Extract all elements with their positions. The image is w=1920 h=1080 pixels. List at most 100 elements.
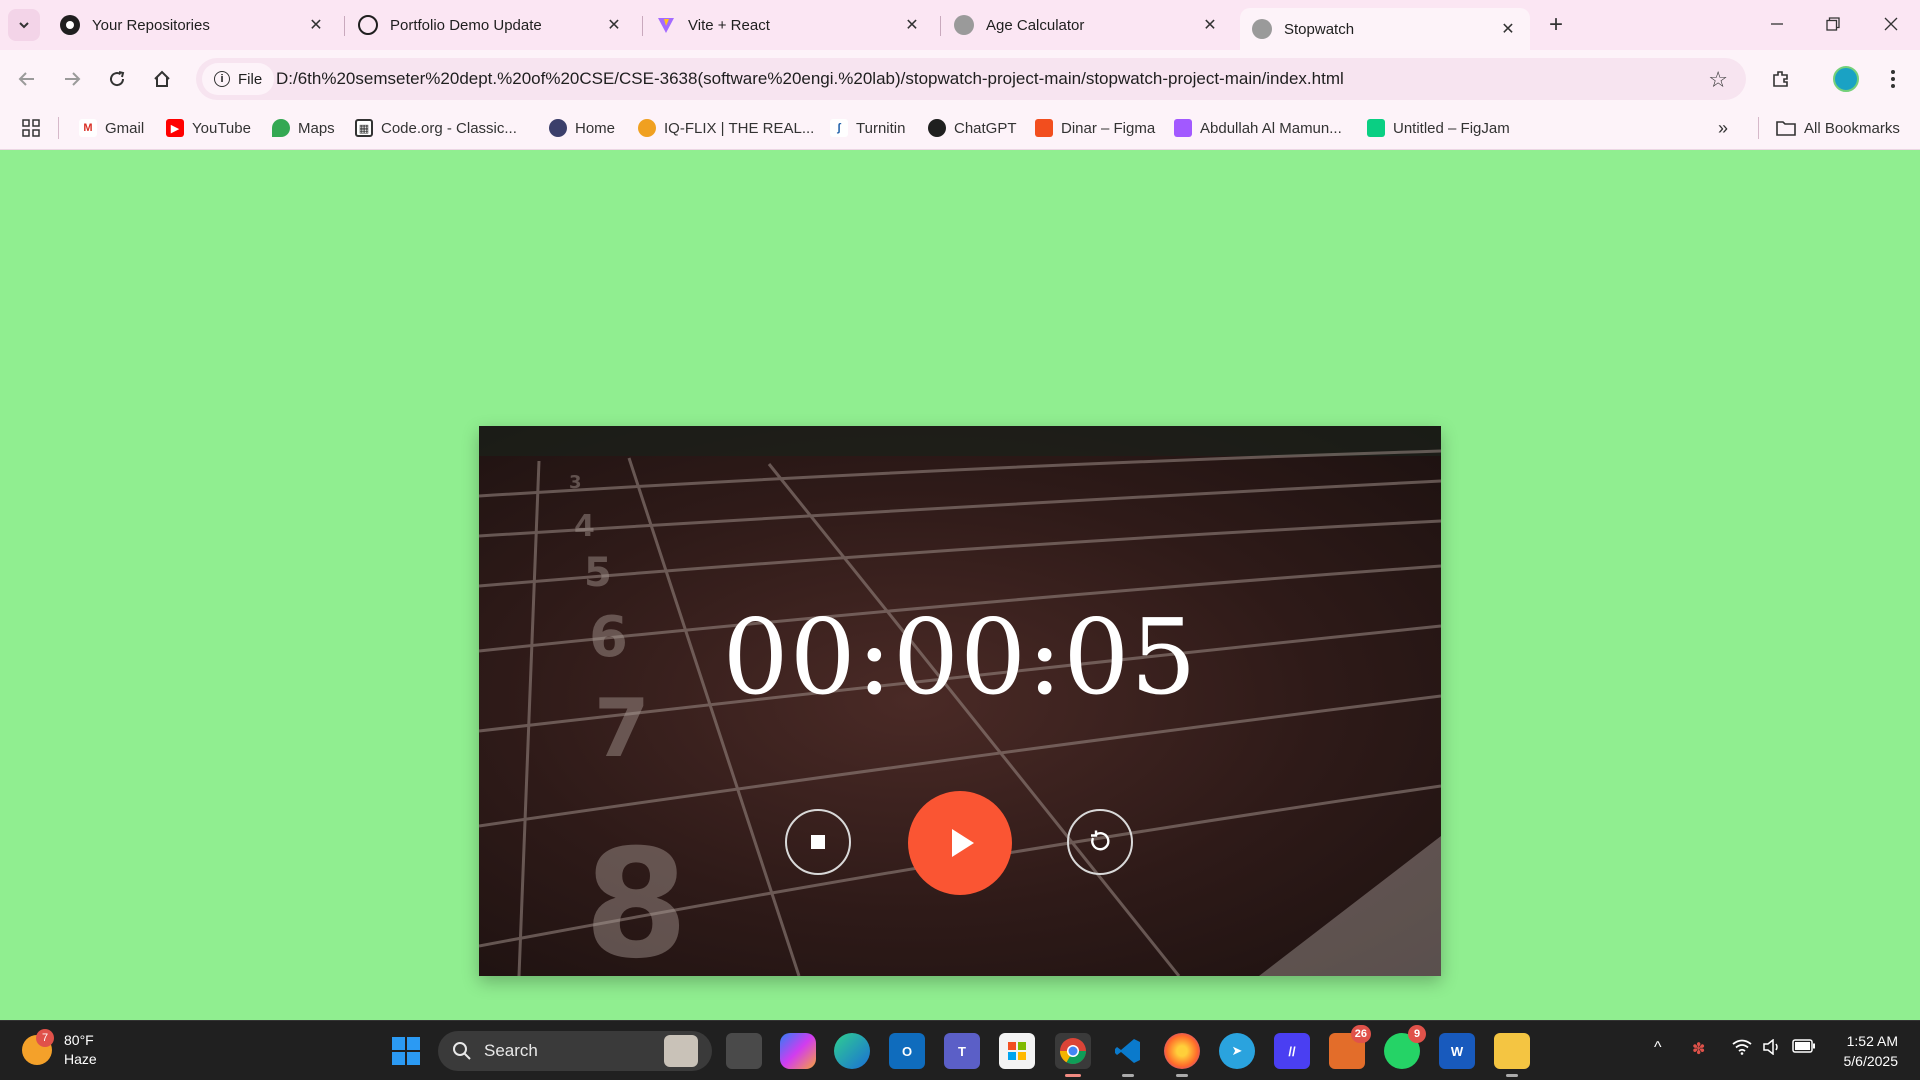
weather-widget[interactable]: 7 80°F Haze xyxy=(22,1029,97,1069)
close-icon[interactable]: ✕ xyxy=(902,15,922,35)
github-icon xyxy=(60,15,80,35)
word-icon[interactable]: W xyxy=(1439,1033,1475,1069)
stopwatch-card: 3 4 5 6 7 8 00:00:05 xyxy=(479,426,1441,976)
reset-button[interactable] xyxy=(1067,809,1133,875)
stopwatch-time-display: 00:00:05 xyxy=(722,596,1198,718)
volume-icon[interactable] xyxy=(1762,1038,1782,1060)
window-close-icon[interactable] xyxy=(1868,6,1914,42)
teams-icon[interactable]: T xyxy=(944,1033,980,1069)
folder-icon xyxy=(1776,121,1796,136)
weather-temp: 80°F xyxy=(64,1032,94,1048)
bookmark-gmail[interactable]: M Gmail xyxy=(79,117,144,139)
close-icon[interactable]: ✕ xyxy=(1498,19,1518,39)
bookmark-untitled-figjam[interactable]: Untitled – FigJam xyxy=(1367,117,1510,139)
globe-icon xyxy=(1252,19,1272,39)
site-info-chip[interactable]: i File xyxy=(202,63,275,95)
bookmark-dinar-figma[interactable]: Dinar – Figma xyxy=(1035,117,1155,139)
windows-start-icon[interactable] xyxy=(388,1033,424,1069)
system-clock[interactable]: 1:52 AM 5/6/2025 xyxy=(1844,1031,1899,1071)
copilot-icon[interactable] xyxy=(780,1033,816,1069)
url-text[interactable]: D:/6th%20semseter%20dept.%20of%20CSE/CSE… xyxy=(276,69,1344,89)
whatsapp-icon[interactable]: 9 xyxy=(1384,1025,1426,1069)
bookmark-youtube[interactable]: ▶ YouTube xyxy=(166,117,251,139)
notification-badge: 26 xyxy=(1350,1025,1371,1043)
minimize-icon[interactable] xyxy=(1754,6,1800,42)
profile-avatar[interactable] xyxy=(1829,62,1863,96)
bookmark-label: Abdullah Al Mamun... xyxy=(1200,119,1342,137)
play-icon xyxy=(952,829,974,857)
firefox-icon[interactable] xyxy=(1164,1033,1200,1077)
tab-label: Age Calculator xyxy=(986,16,1085,34)
bookmark-divider xyxy=(58,117,59,139)
bookmark-maps[interactable]: Maps xyxy=(272,117,335,139)
bookmark-home[interactable]: Home xyxy=(549,117,615,139)
tab-label: Portfolio Demo Update xyxy=(390,16,542,34)
restore-icon[interactable] xyxy=(1810,6,1856,42)
clock-date: 5/6/2025 xyxy=(1843,1053,1899,1069)
bookmark-chatgpt[interactable]: ChatGPT xyxy=(928,117,1017,139)
reload-icon[interactable] xyxy=(100,62,134,96)
search-icon xyxy=(453,1042,471,1060)
taskbar-search-box[interactable]: Search xyxy=(438,1031,712,1071)
bookmark-label: Maps xyxy=(298,119,335,137)
bookmark-turnitin[interactable]: ʃ Turnitin xyxy=(830,117,905,139)
figma-icon xyxy=(1174,119,1192,137)
tab-label: Stopwatch xyxy=(1284,20,1355,38)
all-bookmarks[interactable]: All Bookmarks xyxy=(1776,117,1900,139)
all-bookmarks-label: All Bookmarks xyxy=(1804,119,1900,137)
show-hidden-icons-chevron-icon[interactable]: ^ xyxy=(1654,1039,1662,1057)
tab-separator xyxy=(344,16,345,36)
figma-icon xyxy=(1035,119,1053,137)
svg-text:8: 8 xyxy=(584,818,688,976)
search-highlight-image xyxy=(664,1035,698,1067)
stop-button[interactable] xyxy=(785,809,851,875)
mail-app-icon[interactable]: 26 xyxy=(1329,1025,1371,1069)
chrome-icon[interactable] xyxy=(1055,1033,1091,1077)
scheme-label: File xyxy=(238,70,263,88)
tab-age-calculator[interactable]: Age Calculator ✕ xyxy=(942,8,1232,42)
outlook-icon[interactable]: O xyxy=(889,1033,925,1069)
wifi-icon[interactable] xyxy=(1732,1039,1752,1060)
svg-text:5: 5 xyxy=(584,550,612,596)
bookmark-codeorg[interactable]: ▦ Code.org - Classic... xyxy=(355,117,517,139)
more-bookmarks-chevron-icon[interactable]: » xyxy=(1718,117,1728,139)
globe-icon xyxy=(954,15,974,35)
new-tab-plus-icon[interactable]: + xyxy=(1542,11,1570,39)
edge-icon[interactable] xyxy=(834,1033,870,1069)
close-icon[interactable]: ✕ xyxy=(1200,15,1220,35)
back-arrow-icon[interactable] xyxy=(10,62,44,96)
close-icon[interactable]: ✕ xyxy=(306,15,326,35)
play-button[interactable] xyxy=(908,791,1012,895)
windows-taskbar: 7 80°F Haze Search O T ➤ // 26 9 W ^ ✽ 1… xyxy=(0,1020,1920,1080)
store-icon[interactable] xyxy=(999,1033,1035,1069)
telegram-icon[interactable]: ➤ xyxy=(1219,1033,1255,1069)
tray-app-icon[interactable]: ✽ xyxy=(1692,1039,1705,1059)
bookmark-label: IQ-FLIX | THE REAL... xyxy=(664,119,815,137)
tab-portfolio-demo-update[interactable]: Portfolio Demo Update ✕ xyxy=(346,8,636,42)
bookmark-abdullah-figma[interactable]: Abdullah Al Mamun... xyxy=(1174,117,1342,139)
svg-text:4: 4 xyxy=(574,509,595,544)
apps-grid-icon[interactable] xyxy=(22,117,40,139)
tab-stopwatch[interactable]: Stopwatch ✕ xyxy=(1240,8,1530,50)
bookmark-label: Untitled – FigJam xyxy=(1393,119,1510,137)
extensions-puzzle-icon[interactable] xyxy=(1764,62,1798,96)
close-icon[interactable]: ✕ xyxy=(604,15,624,35)
task-view-icon[interactable] xyxy=(726,1033,762,1069)
file-explorer-icon[interactable] xyxy=(1494,1033,1530,1077)
todo-app-icon[interactable]: // xyxy=(1274,1033,1310,1069)
battery-icon[interactable] xyxy=(1792,1039,1816,1058)
bookmark-iqflix[interactable]: IQ-FLIX | THE REAL... xyxy=(638,117,814,139)
vscode-icon[interactable] xyxy=(1110,1033,1146,1077)
clock-time: 1:52 AM xyxy=(1846,1033,1898,1049)
notification-badge: 9 xyxy=(1408,1025,1426,1043)
forward-arrow-icon[interactable] xyxy=(55,62,89,96)
tab-vite-react[interactable]: Vite + React ✕ xyxy=(644,8,934,42)
page-background: 3 4 5 6 7 8 00:00:05 xyxy=(0,150,1920,1020)
tab-your-repositories[interactable]: Your Repositories ✕ xyxy=(48,8,338,42)
address-bar[interactable]: i File D:/6th%20semseter%20dept.%20of%20… xyxy=(196,58,1746,100)
bookmark-star-icon[interactable]: ☆ xyxy=(1708,67,1728,93)
home-icon[interactable] xyxy=(145,62,179,96)
tab-search-button[interactable] xyxy=(8,9,40,41)
menu-kebab-icon[interactable] xyxy=(1876,62,1910,96)
bookmark-divider xyxy=(1758,117,1759,139)
